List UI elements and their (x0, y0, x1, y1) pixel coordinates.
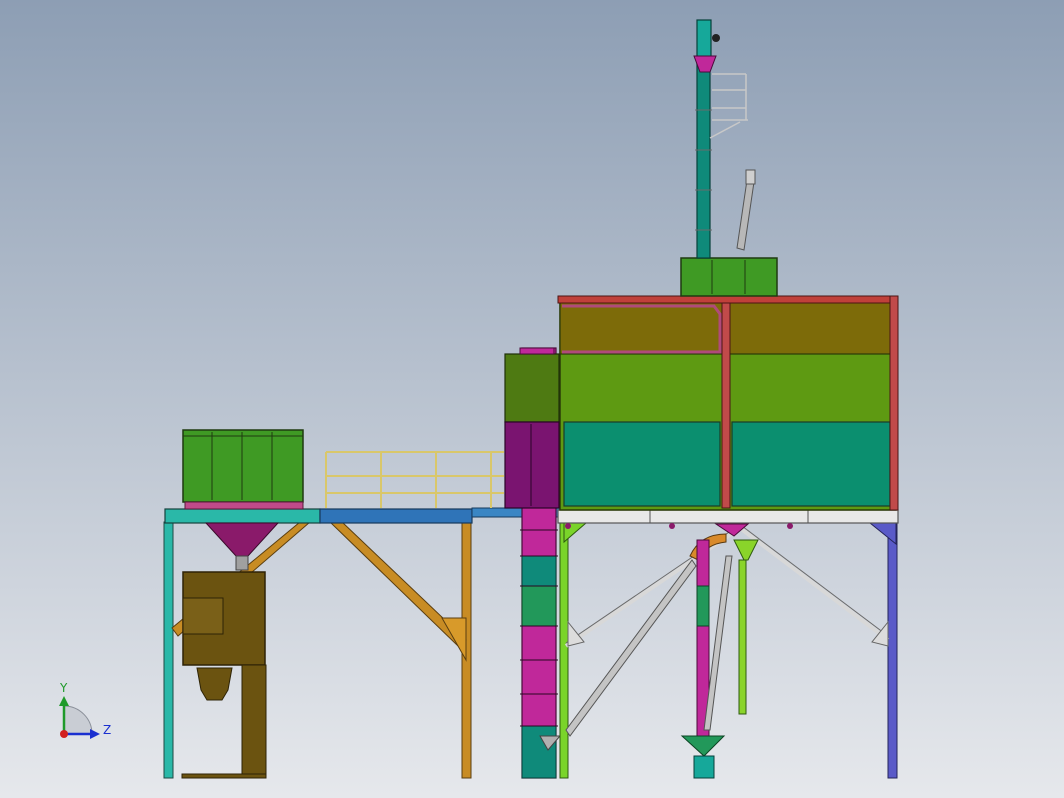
bin-panel-right (731, 421, 891, 507)
right-leg-2 (887, 521, 898, 779)
bin-panel-left (563, 421, 721, 507)
vent-cap (745, 169, 756, 185)
feeder-column (241, 664, 267, 778)
deck-beam-blue (319, 508, 473, 524)
left-leg-1 (163, 521, 174, 779)
dust-collector (182, 429, 304, 503)
side-box-upper (504, 353, 560, 423)
elevator-segment-green (521, 585, 557, 627)
triad-origin (60, 730, 68, 738)
base-beam (557, 509, 899, 524)
right-leg-1 (559, 521, 569, 779)
side-box-lower (504, 421, 560, 509)
side-box-cap (519, 347, 555, 355)
bin-center-column (721, 301, 731, 509)
feeder-base (181, 773, 267, 779)
green-downpipe (738, 559, 747, 715)
feeder-door (182, 597, 224, 635)
elevator-segment-teal-2 (521, 725, 557, 779)
collector-base (184, 501, 304, 510)
cad-drawing: Y Z (0, 0, 1064, 798)
top-filter-box (680, 257, 778, 297)
deck-beam-cyan (164, 508, 321, 524)
tall-elevator-leg (696, 63, 711, 259)
hopper-neck (235, 555, 249, 571)
head-motor (712, 34, 720, 42)
bin-roof (557, 295, 897, 304)
y-axis-label: Y (59, 681, 68, 695)
z-axis-label: Z (103, 723, 111, 737)
boot-base (693, 755, 715, 779)
elevator-segment-teal-1 (521, 555, 557, 587)
cad-viewport[interactable]: Y Z (0, 0, 1064, 798)
bin-right-edge (889, 295, 899, 511)
inner-elevator-green (696, 585, 710, 627)
